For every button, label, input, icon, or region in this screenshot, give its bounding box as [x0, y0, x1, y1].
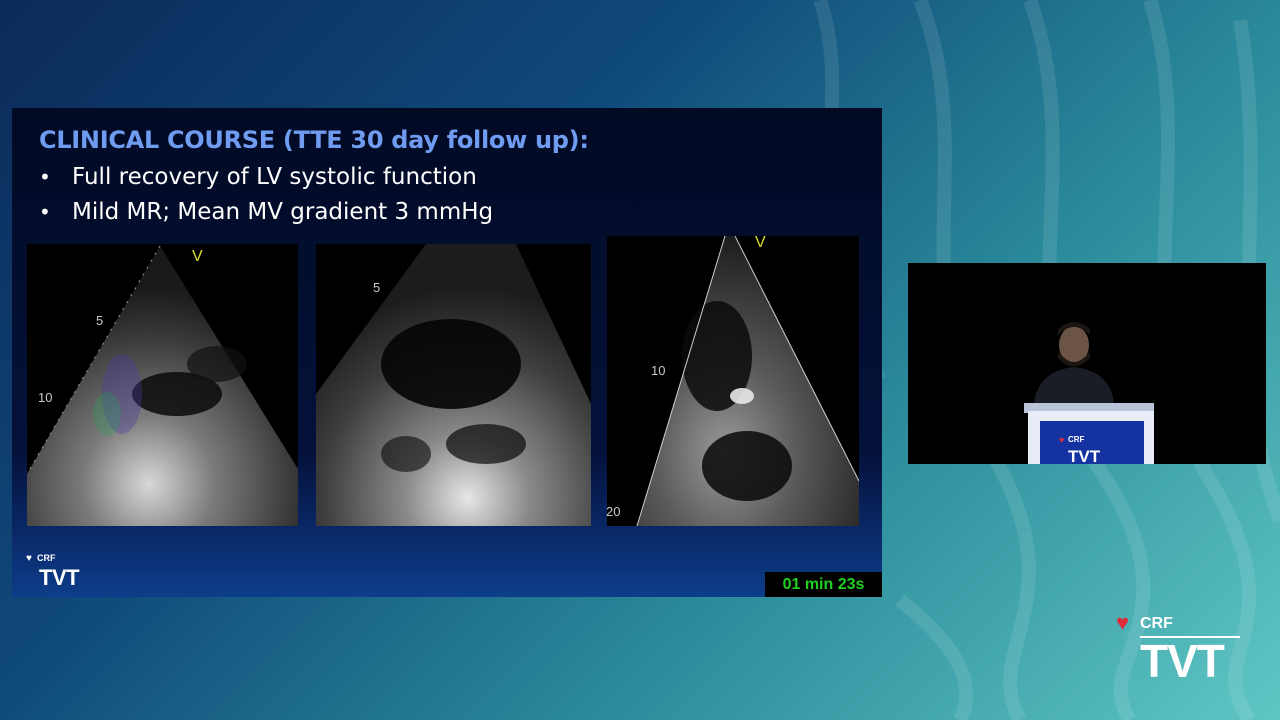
slide-logo: ♥ CRF TVT	[26, 553, 86, 593]
bullet-item: Mild MR; Mean MV gradient 3 mmHg	[39, 195, 493, 230]
countdown-timer: 01 min 23s	[765, 572, 882, 597]
depth-label: 10	[38, 390, 53, 405]
podium-logo-product: TVT	[1068, 447, 1101, 464]
logo-product: TVT	[39, 565, 80, 590]
echo-image-3	[607, 236, 859, 526]
speaker-video: ♥ CRF TVT	[908, 263, 1266, 464]
corner-logo: ♥ CRF TVT	[1116, 612, 1246, 690]
echo-marker: V	[755, 234, 766, 251]
presentation-slide: CLINICAL COURSE (TTE 30 day follow up): …	[12, 108, 882, 597]
bullet-item: Full recovery of LV systolic function	[39, 160, 493, 195]
heart-icon: ♥	[1116, 610, 1130, 635]
logo-brand: CRF	[37, 553, 56, 563]
speaker-silhouette	[908, 263, 1266, 464]
corner-logo-product: TVT	[1140, 635, 1225, 687]
depth-label: 5	[96, 313, 104, 328]
heart-icon: ♥	[26, 553, 32, 564]
echo-image-1	[27, 244, 298, 526]
echo-image-2	[316, 244, 591, 526]
corner-logo-brand: CRF	[1140, 615, 1173, 632]
echo-marker: V	[192, 248, 203, 265]
slide-title: CLINICAL COURSE (TTE 30 day follow up):	[39, 126, 589, 154]
bullet-list: Full recovery of LV systolic function Mi…	[39, 160, 493, 230]
heart-icon: ♥	[1059, 435, 1065, 445]
podium-logo-brand: CRF	[1068, 435, 1085, 444]
depth-label: 20	[606, 504, 621, 519]
depth-label: 10	[651, 363, 666, 378]
depth-label: 5	[373, 280, 381, 295]
